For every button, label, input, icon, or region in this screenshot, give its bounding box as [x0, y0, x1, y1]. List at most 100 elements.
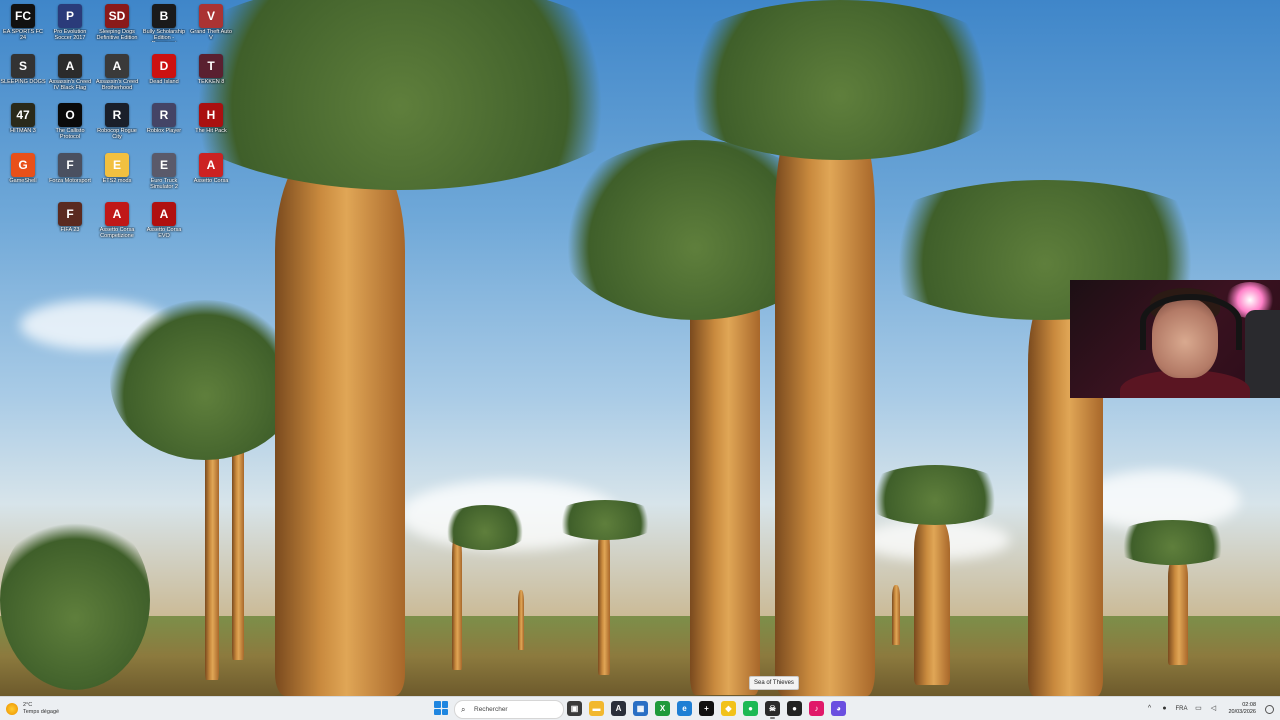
desktop-icon[interactable]: P Pro Evolution Soccer 2017 — [47, 2, 93, 50]
weather-condition: Temps dégagé — [23, 709, 60, 715]
start-button[interactable] — [434, 701, 448, 715]
network-icon[interactable]: ▭ — [1194, 705, 1202, 713]
desktop-icon-label: Dead Island — [149, 79, 179, 85]
weather-widget[interactable]: 2°C Temps dégagé — [6, 700, 59, 718]
desktop-icon[interactable]: S SLEEPING DOGS — [0, 52, 46, 100]
microphone-icon[interactable]: ● — [1160, 705, 1168, 713]
app-icon: A — [105, 202, 129, 226]
desktop-icon-label: TEKKEN 8 — [197, 79, 225, 85]
weather-temp: 2°C — [23, 702, 33, 708]
desktop-icon[interactable]: A Assassin's Creed IV Black Flag — [47, 52, 93, 100]
app-icon: FC — [11, 4, 35, 28]
desktop-icon-label: EA SPORTS FC 24 — [3, 29, 43, 41]
desktop-icon-label: The Callisto Protocol — [55, 128, 85, 140]
taskbar-app-edge[interactable]: e — [677, 701, 692, 716]
desktop-icon-label: Euro Truck Simulator 2 — [150, 178, 178, 190]
desktop-icon[interactable]: A Assetto Corsa — [188, 151, 234, 199]
taskbar-app-task-view[interactable]: ▣ — [567, 701, 582, 716]
app-icon: H — [199, 103, 223, 127]
taskbar-app-app-red[interactable]: ● — [787, 701, 802, 716]
discord-icon: ◕ — [836, 704, 841, 713]
desktop-icon[interactable]: FC EA SPORTS FC 24 — [0, 2, 46, 50]
app-icon: E — [152, 153, 176, 177]
system-tray: ^ ● FRA ▭ ◁ 02:08 20/03/2026 — [1145, 700, 1274, 718]
app-store-icon: ▦ — [636, 704, 645, 713]
spotify-icon: ● — [748, 704, 753, 713]
edge-icon: e — [682, 704, 687, 713]
webcam-overlay — [1070, 280, 1280, 398]
app-icon: D — [152, 54, 176, 78]
clock-time: 02:08 — [1242, 702, 1256, 708]
app-red-icon: ● — [792, 704, 797, 713]
xbox-icon: X — [659, 704, 666, 713]
desktop-icon[interactable]: R Roblox Player — [141, 101, 187, 149]
taskbar-app-epic[interactable]: + — [699, 701, 714, 716]
taskbar-app-spotify[interactable]: ● — [743, 701, 758, 716]
task-view-icon: ▣ — [570, 704, 579, 713]
app-icon: A — [152, 202, 176, 226]
notification-icon[interactable] — [1265, 704, 1274, 714]
desktop[interactable]: FC EA SPORTS FC 24 P Pro Evolution Soccer 2… — [0, 0, 1280, 720]
desktop-icon[interactable]: A Assetto Corsa Competizione — [94, 200, 140, 248]
desktop-icon[interactable]: 47 HITMAN 3 — [0, 101, 46, 149]
taskbar-app-xbox[interactable]: X — [655, 701, 670, 716]
desktop-icon[interactable]: V Grand Theft Auto V — [188, 2, 234, 50]
desktop-icon[interactable]: BBully Scholarship Edition - Raccourci — [141, 2, 187, 50]
desktop-icon[interactable]: O The Callisto Protocol — [47, 101, 93, 149]
sea-of-thieves-icon: ☠ — [768, 704, 777, 713]
desktop-icon-label: Pro Evolution Soccer 2017 — [53, 29, 87, 41]
app-yellow-icon: ◆ — [725, 704, 732, 713]
taskbar-app-tiktok[interactable]: ♪ — [809, 701, 824, 716]
file-explorer-icon: ▬ — [592, 704, 601, 713]
desktop-icon-label: Assetto Corsa EVO — [146, 227, 182, 239]
desktop-icon[interactable]: A Assassin's Creed Brotherhood — [94, 52, 140, 100]
taskbar-app-file-explorer[interactable]: ▬ — [589, 701, 604, 716]
desktop-icon-label: GameShell — [9, 178, 37, 184]
taskbar-app-app-a[interactable]: A — [611, 701, 626, 716]
desktop-icon[interactable]: F FIFA 23 — [47, 200, 93, 248]
desktop-icon[interactable]: F Forza Motorsport — [47, 151, 93, 199]
desktop-icon[interactable]: R Robocop Rogue City — [94, 101, 140, 149]
tiktok-icon: ♪ — [814, 704, 819, 713]
search-input[interactable] — [474, 706, 560, 713]
desktop-icon[interactable]: SD Sleeping Dogs Definitive Edition — [94, 2, 140, 50]
desktop-icon[interactable]: H The Hit Pack — [188, 101, 234, 149]
app-icon: B — [152, 4, 176, 28]
search-icon: ⌕ — [461, 704, 466, 714]
app-icon: A — [105, 54, 129, 78]
app-icon: R — [152, 103, 176, 127]
windows-logo-icon — [434, 701, 441, 708]
sun-icon — [6, 703, 18, 715]
app-icon: E — [105, 153, 129, 177]
clock-date: 20/03/2026 — [1228, 709, 1256, 715]
app-icon: T — [199, 54, 223, 78]
taskbar-app-app-store[interactable]: ▦ — [633, 701, 648, 716]
clock[interactable]: 02:08 20/03/2026 — [1228, 702, 1256, 716]
volume-icon[interactable]: ◁ — [1209, 705, 1217, 713]
desktop-icon-label: Assassin's Creed Brotherhood — [95, 79, 139, 91]
desktop-icon[interactable]: T TEKKEN 8 — [188, 52, 234, 100]
app-icon: 47 — [11, 103, 35, 127]
chevron-up-icon[interactable]: ^ — [1145, 705, 1153, 713]
taskbar-app-app-yellow[interactable]: ◆ — [721, 701, 736, 716]
app-a-icon: A — [615, 704, 622, 713]
language-indicator[interactable]: FRA — [1175, 706, 1187, 712]
desktop-icon-label: FIFA 23 — [60, 227, 80, 233]
app-icon: V — [199, 4, 223, 28]
desktop-icon[interactable]: D Dead Island — [141, 52, 187, 100]
taskbar-app-sea-of-thieves[interactable]: ☠ — [765, 701, 780, 719]
desktop-icon[interactable]: E Euro Truck Simulator 2 — [141, 151, 187, 199]
app-icon: G — [11, 153, 35, 177]
desktop-icon-label: HITMAN 3 — [10, 128, 36, 134]
taskbar-search[interactable]: ⌕ — [454, 700, 564, 719]
epic-icon: + — [704, 704, 709, 713]
app-icon: SD — [105, 4, 129, 28]
desktop-icon-label: Assetto Corsa Competizione — [99, 227, 135, 239]
desktop-icon[interactable]: G GameShell — [0, 151, 46, 199]
desktop-icon-label: Bully Scholarship Edition - Raccourci — [142, 29, 186, 42]
desktop-icon-label: Roblox Player — [146, 128, 182, 134]
desktop-icon-label: Assassin's Creed IV Black Flag — [48, 79, 92, 91]
desktop-icon[interactable]: A Assetto Corsa EVO — [141, 200, 187, 248]
taskbar-app-discord[interactable]: ◕ — [831, 701, 846, 716]
desktop-icon[interactable]: E ETS2 mods — [94, 151, 140, 199]
